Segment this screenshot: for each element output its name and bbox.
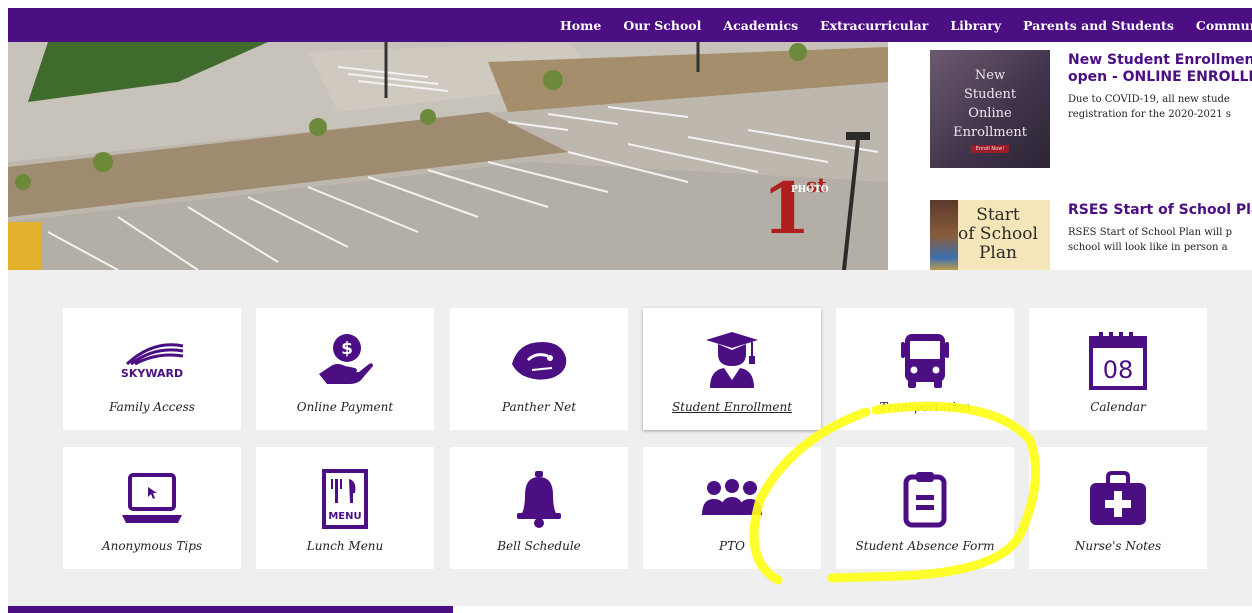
news-title[interactable]: New Student Enrollment: [1068, 52, 1252, 69]
tile-lunch-menu[interactable]: MENU Lunch Menu: [256, 447, 434, 569]
tile-student-enrollment[interactable]: Student Enrollment: [643, 308, 821, 430]
tile-calendar[interactable]: 08 Calendar: [1029, 308, 1207, 430]
tile-label: Online Payment: [296, 400, 394, 414]
hero-slider-tab[interactable]: [8, 222, 42, 270]
news-thumbnail-enrollment[interactable]: New Student Online Enrollment Enroll Now…: [930, 50, 1050, 168]
tile-label: Student Absence Form: [855, 539, 995, 553]
tile-label: Lunch Menu: [306, 539, 384, 553]
tile-label: Student Enrollment: [671, 400, 793, 414]
tile-family-access[interactable]: SKYWARD Family Access: [63, 308, 241, 430]
tile-label: Bell Schedule: [497, 539, 581, 553]
hero-photo: [8, 42, 888, 270]
tile-label: PTO: [719, 539, 745, 553]
graduate-icon: [697, 330, 767, 390]
laptop-icon: [117, 469, 187, 529]
tile-label: Family Access: [109, 400, 195, 414]
nav-our-school[interactable]: Our School: [623, 18, 701, 33]
badge-photo-word: PHOTO: [791, 185, 829, 195]
news-description: Due to COVID-19, all new stude: [1068, 94, 1230, 105]
panther-icon: [504, 330, 574, 390]
news-item[interactable]: New Student Online Enrollment Enroll Now…: [930, 50, 1252, 170]
menu-icon: MENU: [310, 469, 380, 529]
tile-online-payment[interactable]: $ Online Payment: [256, 308, 434, 430]
bus-icon: [890, 330, 960, 390]
news-description-line2: school will look like in person a: [1068, 242, 1228, 253]
news-title[interactable]: RSES Start of School Plan: [1068, 202, 1252, 219]
payment-hand-icon: $: [310, 330, 380, 390]
nav-extracurricular[interactable]: Extracurricular: [820, 18, 928, 33]
tile-label: Panther Net: [501, 400, 577, 414]
skyward-logo-icon: SKYWARD: [117, 330, 187, 390]
tile-pto[interactable]: PTO: [643, 447, 821, 569]
tile-label: Calendar: [1090, 400, 1146, 414]
tile-nurses-notes[interactable]: Nurse's Notes: [1029, 447, 1207, 569]
svg-text:SKYWARD: SKYWARD: [121, 367, 183, 380]
tile-label: Anonymous Tips: [101, 539, 203, 553]
footer-bar: [8, 606, 453, 613]
svg-text:MENU: MENU: [328, 511, 361, 522]
tile-bell-schedule[interactable]: Bell Schedule: [450, 447, 628, 569]
tile-panther-net[interactable]: Panther Net: [450, 308, 628, 430]
nav-academics[interactable]: Academics: [723, 18, 798, 33]
first-photo-badge: 1 st PHOTO: [762, 167, 829, 250]
enroll-now-button[interactable]: Enroll Now!: [970, 144, 1010, 153]
tile-transportation[interactable]: Transportation: [836, 308, 1014, 430]
svg-text:$: $: [341, 339, 353, 359]
nav-parents-and-students[interactable]: Parents and Students: [1023, 18, 1174, 33]
top-navigation: Home Our School Academics Extracurricula…: [8, 8, 1252, 42]
svg-text:08: 08: [1103, 356, 1134, 384]
news-description-line2: registration for the 2020-2021 s: [1068, 109, 1231, 120]
news-description: RSES Start of School Plan will p: [1068, 227, 1232, 238]
nav-home[interactable]: Home: [560, 18, 601, 33]
nav-library[interactable]: Library: [950, 18, 1001, 33]
bell-icon: [504, 469, 574, 529]
medical-kit-icon: [1083, 469, 1153, 529]
tile-student-absence-form[interactable]: Student Absence Form: [836, 447, 1014, 569]
student-photo: [930, 200, 958, 272]
group-icon: [697, 469, 767, 529]
calendar-icon: 08: [1083, 330, 1153, 390]
news-thumbnail-start-plan[interactable]: Start of School Plan: [930, 200, 1050, 272]
nav-community[interactable]: Community: [1196, 18, 1252, 33]
tile-anonymous-tips[interactable]: Anonymous Tips: [63, 447, 241, 569]
tile-label: Nurse's Notes: [1074, 539, 1162, 553]
tile-label: Transportation: [879, 400, 971, 414]
news-title-line2[interactable]: open - ONLINE ENROLLM: [1068, 69, 1252, 86]
clipboard-icon: [890, 469, 960, 529]
